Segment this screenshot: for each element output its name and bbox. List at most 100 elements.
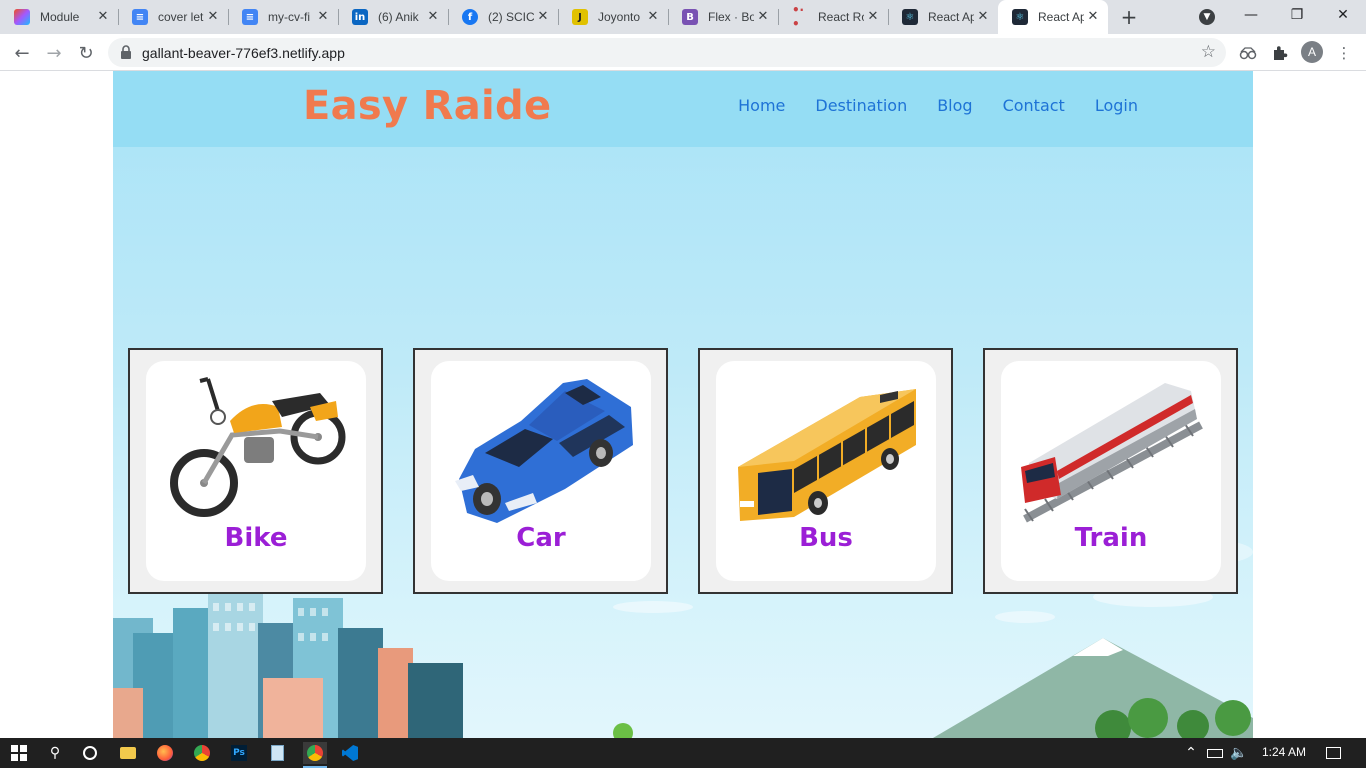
nav-link-blog[interactable]: Blog (937, 96, 972, 115)
close-icon[interactable]: ✕ (426, 10, 440, 24)
vehicle-label: Bike (224, 523, 288, 553)
puzzle-icon (1274, 46, 1288, 60)
arrow-left-icon: ← (14, 42, 30, 64)
tab-linkedin[interactable]: in (6) Anik ✕ (338, 0, 448, 34)
browser-tab-strip: Module ✕ ≡ cover let ✕ ≡ my-cv-fi ✕ in (… (0, 0, 1366, 34)
tab-my-cv[interactable]: ≡ my-cv-fi ✕ (228, 0, 338, 34)
kebab-menu-icon: ⋮ (1336, 44, 1352, 62)
chrome-button[interactable] (191, 742, 213, 764)
docs-icon: ≡ (242, 9, 258, 25)
tab-title: React Ro (818, 10, 864, 24)
address-bar[interactable]: gallant-beaver-776ef3.netlify.app ☆ (108, 38, 1226, 67)
incognito-glasses-icon (1239, 47, 1257, 60)
linkedin-icon: in (352, 9, 368, 25)
bookmark-star-icon[interactable]: ☆ (1201, 42, 1216, 62)
card-content: Bus (716, 361, 936, 581)
tab-react-app[interactable]: ⚛ React Ap ✕ (888, 0, 998, 34)
tab-title: React Ap (1038, 10, 1084, 24)
tab-module[interactable]: Module ✕ (0, 0, 118, 34)
volume-button[interactable]: 🔈 (1228, 742, 1250, 764)
file-explorer-button[interactable] (117, 742, 139, 764)
docs-icon: ≡ (132, 9, 148, 25)
tab-title: (6) Anik (378, 10, 419, 24)
close-icon[interactable]: ✕ (756, 10, 770, 24)
facebook-icon: f (462, 9, 478, 25)
task-view-button[interactable] (79, 742, 101, 764)
brand-logo[interactable]: Easy Raide (303, 83, 551, 129)
back-button[interactable]: ← (8, 39, 36, 67)
restore-icon: ❐ (1290, 7, 1304, 23)
train-icon (1021, 383, 1203, 523)
tab-facebook[interactable]: f (2) SCIC ✕ (448, 0, 558, 34)
close-icon[interactable]: ✕ (866, 10, 880, 24)
vehicle-card-bike[interactable]: Bike (128, 348, 383, 594)
folder-icon (120, 747, 136, 759)
close-icon: ✕ (1337, 7, 1349, 23)
tab-title: React Ap (928, 10, 974, 24)
chrome-active-button[interactable] (303, 742, 327, 764)
clock[interactable]: 1:24 AM (1262, 745, 1306, 759)
restore-button[interactable]: ❐ (1274, 0, 1320, 30)
reload-button[interactable]: ↻ (72, 39, 100, 67)
chrome-icon (307, 745, 323, 761)
vehicle-card-car[interactable]: Car (413, 348, 668, 594)
close-icon[interactable]: ✕ (536, 10, 550, 24)
close-icon[interactable]: ✕ (316, 10, 330, 24)
battery-status[interactable] (1204, 742, 1226, 764)
vehicle-card-bus[interactable]: Bus (698, 348, 953, 594)
chrome-menu-button[interactable]: ⋮ (1331, 40, 1357, 66)
react-icon: ⚛ (1012, 9, 1028, 25)
new-tab-button[interactable]: + (1118, 6, 1140, 28)
tab-title: cover let (158, 10, 204, 24)
nav-link-login[interactable]: Login (1095, 96, 1138, 115)
close-window-button[interactable]: ✕ (1320, 0, 1366, 30)
minimize-button[interactable]: — (1228, 0, 1274, 30)
tab-bootstrap[interactable]: B Flex · Bo ✕ (668, 0, 778, 34)
vscode-icon (342, 745, 358, 761)
tab-title: Module (40, 10, 80, 24)
notepad-button[interactable] (266, 742, 288, 764)
close-icon[interactable]: ✕ (646, 10, 660, 24)
photoshop-button[interactable]: Ps (228, 742, 250, 764)
firefox-button[interactable] (154, 742, 176, 764)
vscode-button[interactable] (339, 742, 361, 764)
url-text: gallant-beaver-776ef3.netlify.app (142, 45, 345, 61)
search-button[interactable]: ⚲ (44, 742, 66, 764)
car-icon (455, 379, 633, 523)
profile-avatar[interactable]: A (1301, 41, 1323, 63)
close-icon[interactable]: ✕ (96, 10, 110, 24)
firefox-icon (157, 745, 173, 761)
tab-search-button[interactable]: ▼ (1184, 2, 1230, 32)
nav-link-home[interactable]: Home (738, 96, 785, 115)
react-icon: ⚛ (902, 9, 918, 25)
tab-react-app-active[interactable]: ⚛ React Ap ✕ (998, 0, 1108, 34)
close-icon[interactable]: ✕ (206, 10, 220, 24)
extensions-puzzle-button[interactable] (1267, 40, 1293, 66)
forward-button[interactable]: → (40, 39, 68, 67)
city-skyline-illustration (113, 593, 1253, 738)
tab-title: my-cv-fi (268, 10, 310, 24)
bus-icon (738, 389, 916, 521)
vehicle-label: Train (1074, 523, 1148, 553)
minimize-icon: — (1244, 7, 1258, 23)
bootstrap-icon: B (682, 9, 698, 25)
tab-cover-letter[interactable]: ≡ cover let ✕ (118, 0, 228, 34)
vehicle-options: Bike Car Bus Train (128, 348, 1238, 594)
hidden-icons-button[interactable]: ⌃ (1180, 742, 1202, 764)
tab-title: Flex · Bo (708, 10, 754, 24)
arrow-right-icon: → (46, 42, 62, 64)
vehicle-label: Car (516, 523, 566, 553)
vehicle-card-train[interactable]: Train (983, 348, 1238, 594)
tab-react-router[interactable]: •‧• React Ro ✕ (778, 0, 888, 34)
extension-icon[interactable] (1235, 40, 1261, 66)
close-icon[interactable]: ✕ (1086, 10, 1100, 24)
nav-link-contact[interactable]: Contact (1003, 96, 1065, 115)
notepad-icon (270, 745, 284, 761)
notifications-button[interactable] (1322, 742, 1344, 764)
start-button[interactable] (8, 742, 30, 764)
close-icon[interactable]: ✕ (976, 10, 990, 24)
nav-link-destination[interactable]: Destination (815, 96, 907, 115)
chevron-up-icon: ⌃ (1185, 745, 1197, 761)
site-container: Easy Raide Home Destination Blog Contact… (113, 71, 1253, 738)
tab-joyonto[interactable]: J Joyonto ✕ (558, 0, 668, 34)
